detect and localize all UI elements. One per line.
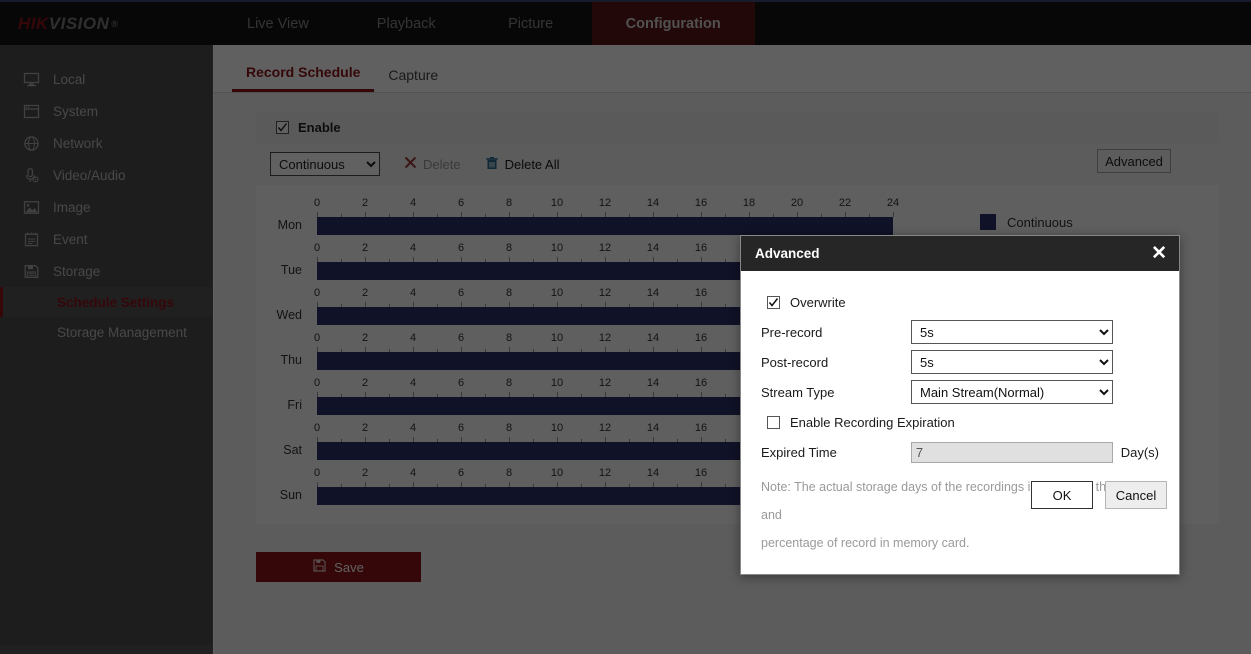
postrecord-label: Post-record bbox=[761, 355, 911, 370]
dialog-title: Advanced bbox=[755, 246, 820, 261]
recording-expiration-checkbox[interactable] bbox=[767, 416, 780, 429]
recording-expiration-row: Enable Recording Expiration bbox=[761, 407, 1159, 437]
cancel-button[interactable]: Cancel bbox=[1105, 481, 1167, 509]
expired-time-input[interactable] bbox=[911, 442, 1113, 463]
recording-expiration-label: Enable Recording Expiration bbox=[790, 415, 955, 430]
days-unit-label: Day(s) bbox=[1121, 445, 1159, 460]
ok-button[interactable]: OK bbox=[1031, 481, 1093, 509]
overwrite-label: Overwrite bbox=[790, 295, 846, 310]
streamtype-select[interactable]: Main Stream(Normal) bbox=[911, 380, 1113, 404]
streamtype-row: Stream Type Main Stream(Normal) bbox=[761, 377, 1159, 407]
overwrite-checkbox[interactable] bbox=[767, 296, 780, 309]
dialog-body: Overwrite Pre-record 5s Post-record 5s S… bbox=[741, 271, 1179, 526]
advanced-dialog: Advanced ✕ Overwrite Pre-record 5s Post-… bbox=[740, 235, 1180, 575]
prerecord-label: Pre-record bbox=[761, 325, 911, 340]
overwrite-row: Overwrite bbox=[761, 287, 1159, 317]
expired-time-label: Expired Time bbox=[761, 445, 911, 460]
close-icon[interactable]: ✕ bbox=[1151, 244, 1167, 263]
streamtype-label: Stream Type bbox=[761, 385, 911, 400]
prerecord-select[interactable]: 5s bbox=[911, 320, 1113, 344]
expired-time-row: Expired Time Day(s) bbox=[761, 437, 1159, 467]
postrecord-row: Post-record 5s bbox=[761, 347, 1159, 377]
note-line-2: percentage of record in memory card. bbox=[761, 529, 1159, 557]
dialog-header: Advanced ✕ bbox=[741, 236, 1179, 271]
prerecord-row: Pre-record 5s bbox=[761, 317, 1159, 347]
dialog-footer: OK Cancel bbox=[741, 464, 1179, 526]
postrecord-select[interactable]: 5s bbox=[911, 350, 1113, 374]
